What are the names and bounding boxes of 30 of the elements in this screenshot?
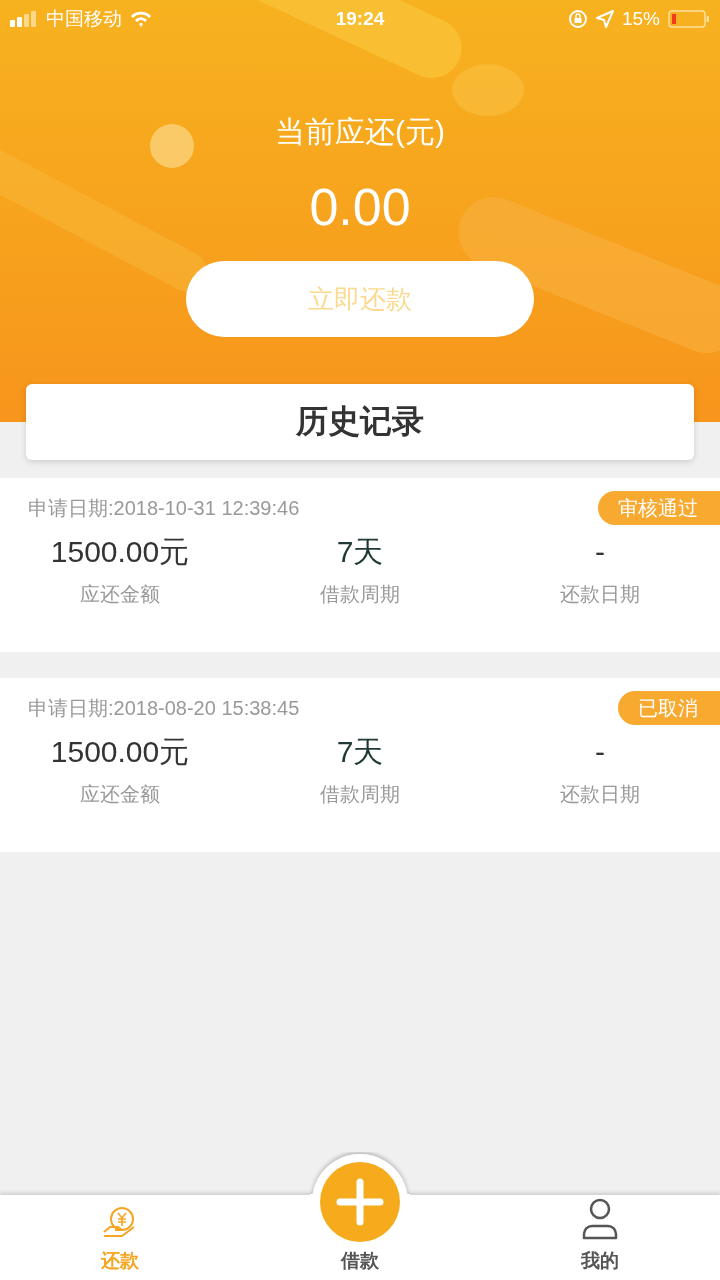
rotation-lock-icon [568,9,588,29]
repay-date-label: 还款日期 [560,782,640,807]
amount-due: 0.00 [309,177,411,237]
location-icon [596,10,614,28]
status-badge: 已取消 [618,691,720,725]
battery-icon [668,10,710,28]
status-badge: 审核通过 [598,491,720,525]
carrier-name: 中国移动 [46,7,122,31]
tab-item[interactable]: 借款 [240,1152,480,1280]
repay-date-value: - [595,734,605,770]
period-value: 7天 [336,734,384,770]
apply-date: 申请日期:2018-08-20 15:38:45 [28,695,300,721]
tab-item[interactable]: 我的 [480,1195,720,1280]
amount-value: 1500.00元 [50,534,190,570]
wifi-icon [130,11,152,27]
clock-time: 19:24 [335,8,385,30]
person-icon [581,1198,619,1240]
period-label: 借款周期 [320,782,400,807]
amount-title: 当前应还(元) [275,114,445,150]
history-header: 历史记录 [26,384,694,460]
amount-label: 应还金额 [80,582,160,607]
period-label: 借款周期 [320,582,400,607]
signal-icon [10,11,38,27]
repay-date-label: 还款日期 [560,582,640,607]
battery-percent: 15% [622,8,660,30]
period-value: 7天 [336,534,384,570]
repay-date-value: - [595,534,605,570]
amount-value: 1500.00元 [50,734,190,770]
amount-label: 应还金额 [80,782,160,807]
apply-date: 申请日期:2018-10-31 12:39:46 [28,495,300,521]
